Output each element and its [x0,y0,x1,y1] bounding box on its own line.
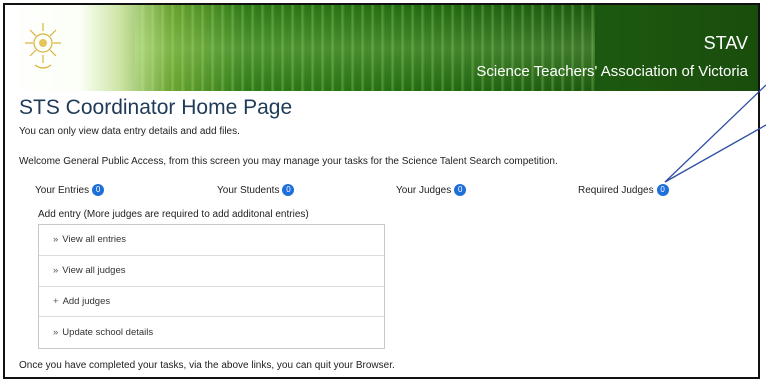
menu-item-label: View all judges [62,265,126,277]
menu-item-view-all-judges[interactable]: » View all judges [39,256,384,287]
footer-text: Once you have completed your tasks, via … [19,360,395,371]
menu-item-add-judges[interactable]: + Add judges [39,287,384,318]
count-badge: 0 [656,184,669,196]
count-badge: 0 [454,184,467,196]
stat-label: Your Judges [396,184,452,196]
menu-item-label: Add judges [62,295,111,307]
stat-label: Your Entries [35,184,90,196]
stat-label: Your Students [217,184,280,196]
task-menu: » View all entries » View all judges + A… [38,224,385,349]
header-banner: STAV Science Teachers' Association of Vi… [5,5,758,91]
menu-marker: » [53,265,59,277]
page-title: STS Coordinator Home Page [19,96,293,119]
menu-item-label: View all entries [62,234,127,246]
menu-item-update-school-details[interactable]: » Update school details [39,317,384,348]
org-full-name: Science Teachers' Association of Victori… [476,63,748,80]
stat-your-students[interactable]: Your Students 0 [217,184,295,196]
welcome-text: Welcome General Public Access, from this… [19,156,558,167]
menu-item-label: Update school details [62,327,154,339]
menu-marker: » [53,327,59,339]
org-short-name: STAV [703,33,748,53]
stav-logo-icon [25,23,61,69]
menu-marker: + [53,295,59,307]
stat-your-entries[interactable]: Your Entries 0 [35,184,105,196]
stat-required-judges[interactable]: Required Judges 0 [578,184,669,196]
stat-label: Required Judges [578,184,654,196]
access-notice: You can only view data entry details and… [19,126,240,137]
count-badge: 0 [92,184,105,196]
add-entry-note: Add entry (More judges are required to a… [38,209,309,220]
count-badge: 0 [282,184,295,196]
page-frame: STAV Science Teachers' Association of Vi… [3,3,760,379]
menu-item-view-all-entries[interactable]: » View all entries [39,225,384,256]
menu-marker: » [53,234,59,246]
stat-your-judges[interactable]: Your Judges 0 [396,184,467,196]
